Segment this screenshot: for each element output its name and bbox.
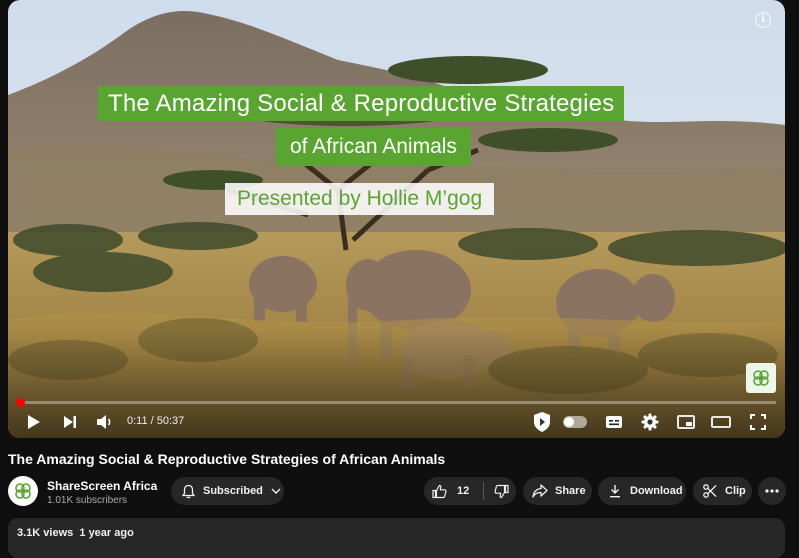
dislike-button[interactable] <box>494 484 509 499</box>
miniplayer-icon <box>677 415 695 429</box>
channel-name[interactable]: ShareScreen Africa <box>47 479 157 493</box>
view-stats: 3.1K views 1 year ago <box>17 527 134 539</box>
channel-avatar[interactable] <box>8 476 38 506</box>
video-title: The Amazing Social & Reproductive Strate… <box>8 451 446 467</box>
time-display: 0:11 / 50:37 <box>127 415 185 427</box>
next-button[interactable] <box>60 412 80 432</box>
volume-button[interactable] <box>94 412 116 432</box>
download-label: Download <box>630 485 683 497</box>
download-icon <box>609 484 621 498</box>
upload-age: 1 year ago <box>79 527 134 539</box>
subscribe-button[interactable]: Subscribed <box>171 477 284 505</box>
channel-watermark[interactable] <box>746 363 776 393</box>
view-count: 3.1K views <box>17 527 74 539</box>
like-count: 12 <box>457 485 470 497</box>
like-separator <box>483 482 485 500</box>
captions-icon <box>606 416 622 428</box>
video-frame <box>8 0 785 438</box>
title-card-line-1: The Amazing Social & Reproductive Strate… <box>98 86 625 121</box>
fullscreen-button[interactable] <box>747 412 769 432</box>
scissors-icon <box>703 484 717 498</box>
autoplay-toggle-knob <box>564 417 574 427</box>
info-icon[interactable]: i <box>755 12 771 28</box>
more-actions-button[interactable] <box>758 477 786 505</box>
duration: 50:37 <box>156 415 185 427</box>
title-card-line-2: of African Animals <box>276 128 471 166</box>
gear-icon <box>641 413 659 431</box>
theater-button[interactable] <box>710 412 732 432</box>
clip-label: Clip <box>725 485 746 497</box>
thumbs-down-icon <box>494 484 509 498</box>
shield-icon <box>534 412 550 432</box>
share-label: Share <box>555 485 586 497</box>
title-card-presenter: Presented by Hollie M’gog <box>225 183 495 215</box>
current-time: 0:11 <box>127 415 148 427</box>
channel-logo-icon <box>15 483 31 499</box>
brand-button[interactable] <box>531 410 553 434</box>
fullscreen-icon <box>750 414 766 430</box>
subscribe-label: Subscribed <box>203 485 263 497</box>
subscriber-count: 1.01K subscribers <box>47 495 128 506</box>
autoplay-toggle[interactable] <box>563 416 587 428</box>
watermark-logo-icon <box>753 370 769 386</box>
bell-icon <box>182 484 195 499</box>
settings-button[interactable] <box>639 411 661 433</box>
share-button[interactable]: Share <box>523 477 592 505</box>
download-button[interactable]: Download <box>598 477 686 505</box>
next-icon <box>64 416 76 428</box>
description-box[interactable]: 3.1K views 1 year ago <box>8 518 785 558</box>
share-icon <box>532 484 548 498</box>
video-player[interactable]: i The Amazing Social & Reproductive Stra… <box>8 0 785 438</box>
player-controls: 0:11 / 50:37 <box>8 406 785 438</box>
more-icon <box>765 489 779 493</box>
play-button[interactable] <box>24 412 44 432</box>
progress-bar[interactable] <box>15 398 776 407</box>
chevron-down-icon <box>271 488 281 494</box>
thumbs-up-icon <box>432 484 447 498</box>
captions-button[interactable] <box>603 412 625 432</box>
play-icon <box>28 415 40 429</box>
theater-icon <box>711 416 731 428</box>
like-dislike-group: 12 <box>424 477 516 505</box>
like-button[interactable]: 12 <box>432 484 469 499</box>
miniplayer-button[interactable] <box>675 412 697 432</box>
volume-icon <box>97 415 111 429</box>
clip-button[interactable]: Clip <box>693 477 752 505</box>
